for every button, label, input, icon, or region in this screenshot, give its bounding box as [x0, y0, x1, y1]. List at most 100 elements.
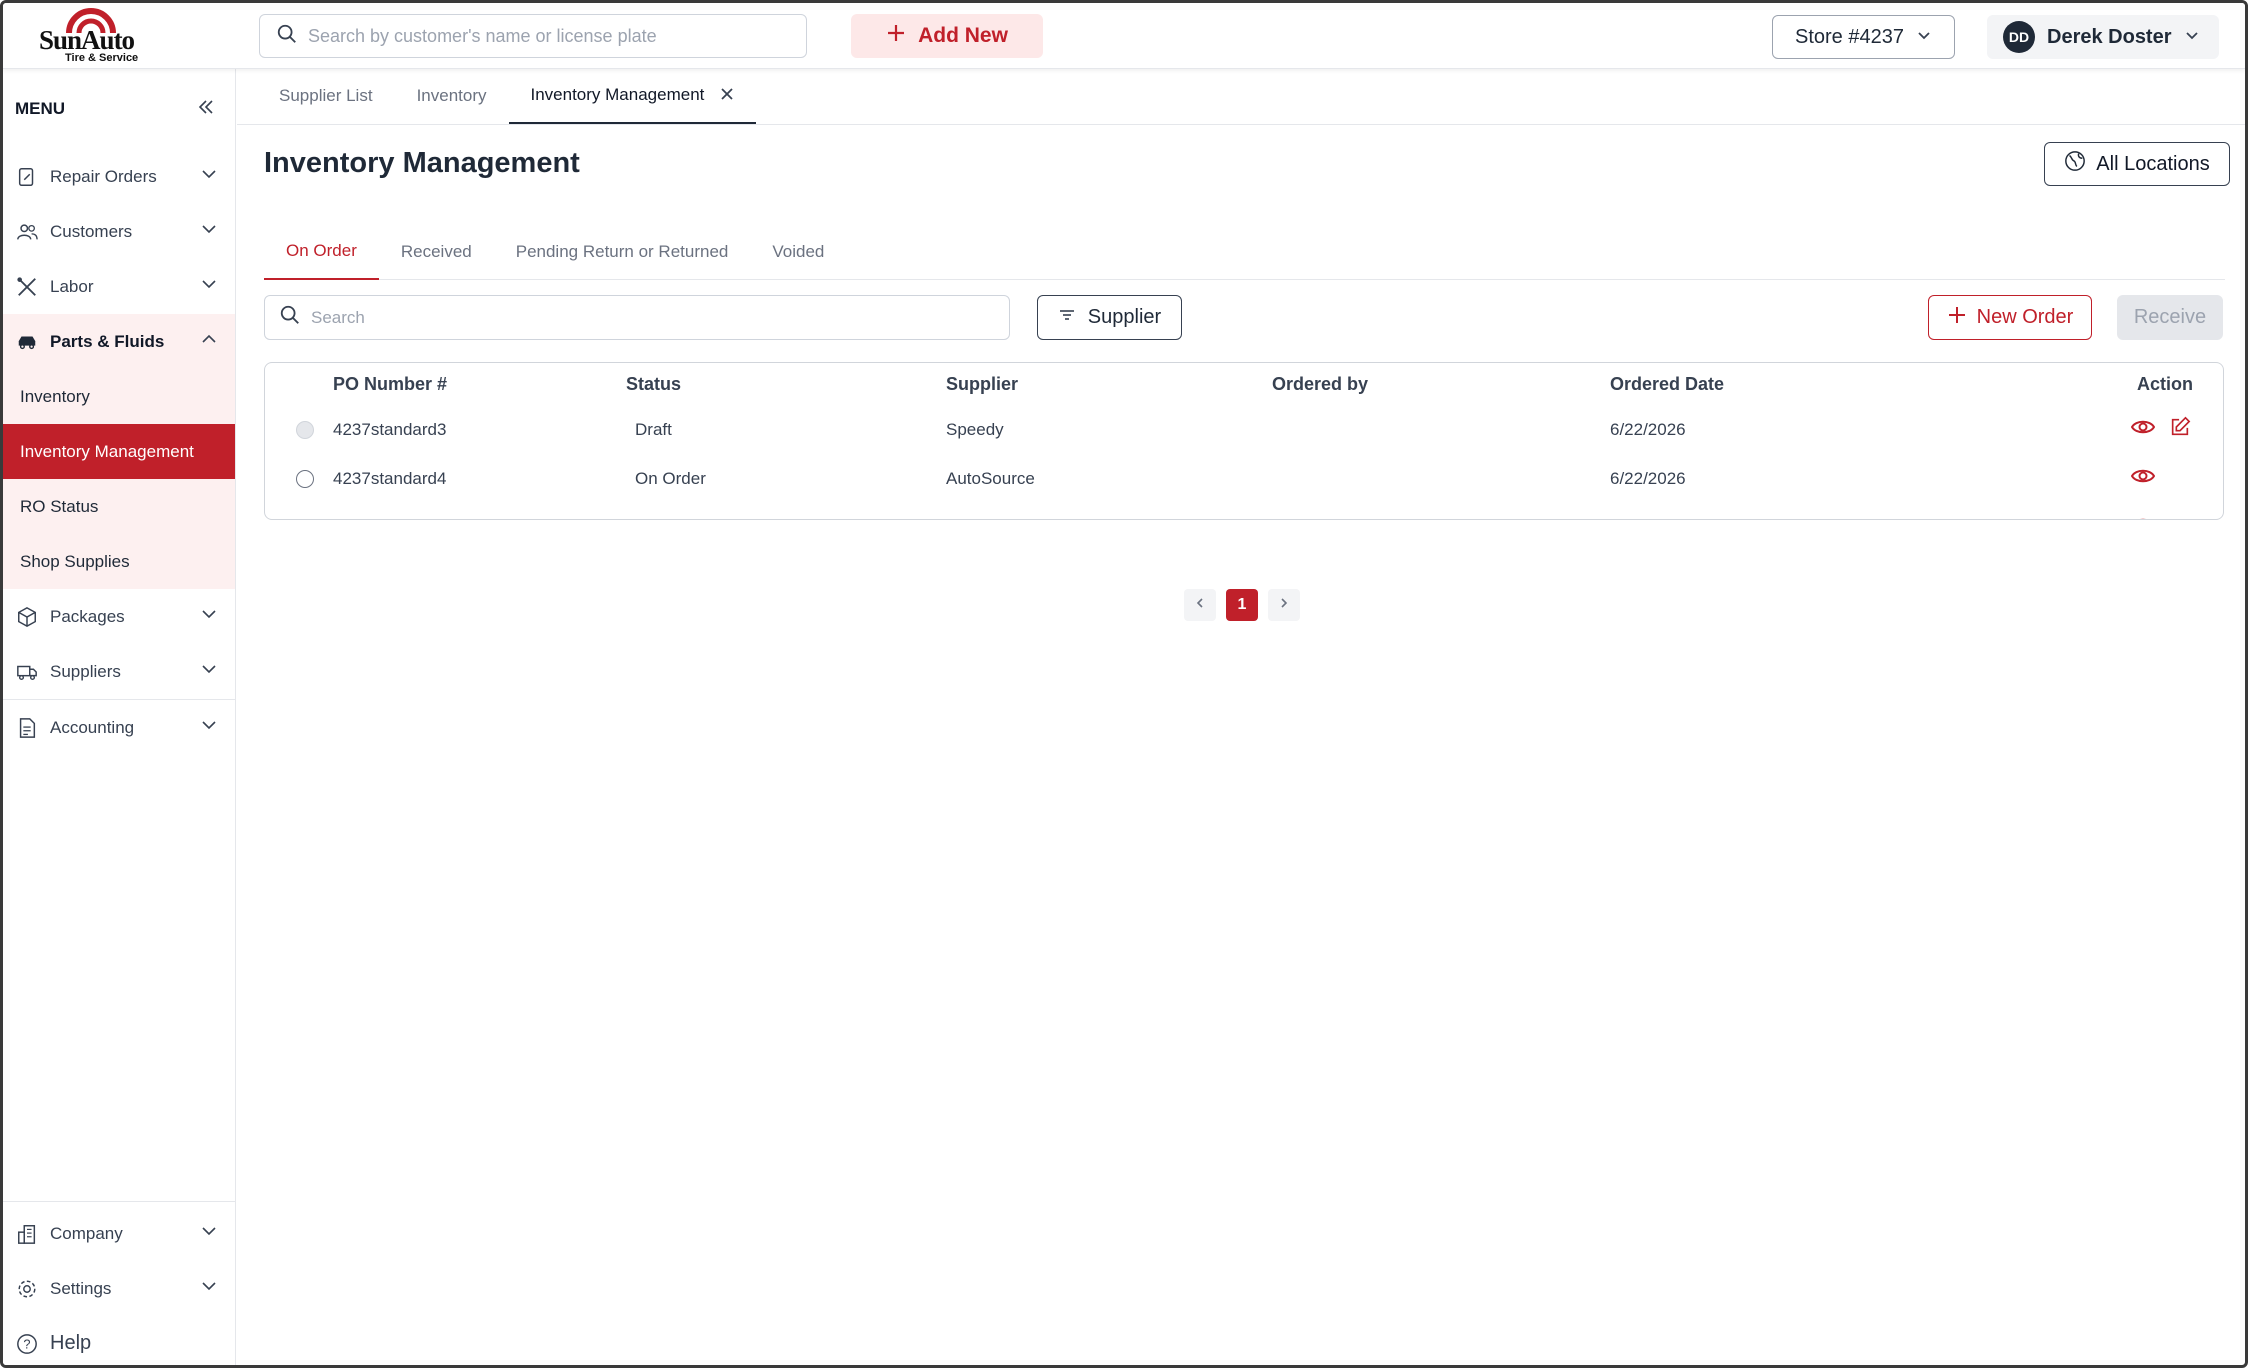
table-row[interactable]: 4237standard4 On Order AutoSource 6/22/2… [265, 454, 2223, 503]
chevron-down-icon [201, 717, 217, 738]
prev-page-button[interactable] [1184, 589, 1216, 621]
avatar: DD [2003, 21, 2035, 53]
page-title: Inventory Management [264, 147, 580, 179]
sidebar-bottom: Company Settings ? Help [3, 1201, 235, 1365]
row-select-radio[interactable] [296, 405, 314, 454]
eye-icon[interactable] [2130, 415, 2156, 444]
tab-received[interactable]: Received [379, 224, 494, 280]
store-label: Store #4237 [1795, 25, 1904, 48]
action-cell [2131, 503, 2155, 519]
sidebar-item-repair-orders[interactable]: Repair Orders [3, 149, 235, 204]
tab-supplier-list[interactable]: Supplier List [257, 68, 395, 124]
chevron-down-icon [201, 221, 217, 242]
app-window: SunAuto Tire & Service Add New Store #42… [0, 0, 2248, 1368]
sidebar-subitem-inventory-management[interactable]: Inventory Management [3, 424, 235, 479]
table-header-row: PO Number # Status Supplier Ordered by O… [265, 363, 2223, 405]
sidebar-item-label: Repair Orders [50, 166, 157, 186]
top-bar: SunAuto Tire & Service Add New Store #42… [3, 3, 2245, 69]
users-icon [15, 220, 39, 244]
row-select-radio[interactable] [296, 454, 314, 503]
sidebar-item-suppliers[interactable]: Suppliers [3, 644, 235, 699]
search-icon [279, 304, 301, 331]
sidebar-item-label: Labor [50, 276, 94, 296]
page-number-button[interactable]: 1 [1226, 589, 1258, 621]
chevron-down-icon [201, 1278, 217, 1299]
document-icon [15, 716, 39, 740]
supplier-filter-button[interactable]: Supplier [1037, 295, 1182, 340]
chevron-left-icon [1194, 596, 1206, 614]
sidebar-item-label: Suppliers [50, 661, 121, 681]
next-page-button[interactable] [1268, 589, 1300, 621]
close-icon[interactable] [720, 84, 734, 107]
all-locations-button[interactable]: All Locations [2044, 142, 2230, 186]
table-row[interactable]: 4237standard5 On Order Speedy 6/23/2026 [265, 503, 2223, 519]
gear-icon [15, 1277, 39, 1301]
status-tabs: On Order Received Pending Return or Retu… [264, 224, 2225, 280]
table-search-input[interactable] [311, 307, 1009, 328]
tab-inventory-management[interactable]: Inventory Management [508, 68, 757, 124]
table-row[interactable]: 4237standard3 Draft Speedy 6/22/2026 [265, 405, 2223, 454]
user-menu[interactable]: DD Derek Doster [1987, 15, 2219, 59]
sidebar-item-customers[interactable]: Customers [3, 204, 235, 259]
new-order-button[interactable]: New Order [1928, 295, 2092, 340]
sidebar-item-label: Settings [50, 1278, 112, 1298]
eye-icon[interactable] [2130, 464, 2156, 493]
menu-header: MENU [3, 69, 235, 149]
receive-button[interactable]: Receive [2117, 295, 2223, 340]
sidebar-item-accounting[interactable]: Accounting [3, 700, 235, 755]
sidebar-subitem-ro-status[interactable]: RO Status [3, 479, 235, 534]
row-select-radio[interactable] [296, 503, 314, 519]
sidebar-subitem-shop-supplies[interactable]: Shop Supplies [3, 534, 235, 589]
parts-fluids-submenu: Inventory Inventory Management RO Status… [3, 369, 235, 589]
globe-icon [2064, 150, 2086, 178]
chevron-down-icon [201, 1223, 217, 1244]
sidebar-item-help[interactable]: ? Help [3, 1316, 235, 1365]
sunauto-logo[interactable]: SunAuto Tire & Service [37, 7, 167, 65]
sidebar-item-parts-fluids[interactable]: Parts & Fluids [3, 314, 235, 369]
sidebar-item-label: Customers [50, 221, 133, 241]
sidebar: MENU Repair Orders Customers Labor Parts… [3, 69, 236, 1365]
status-cell: Draft [635, 419, 672, 439]
global-search-box[interactable] [259, 14, 807, 58]
sidebar-subitem-inventory[interactable]: Inventory [3, 369, 235, 424]
ordered-date-cell: 6/22/2026 [1610, 468, 1686, 488]
eye-icon[interactable] [2131, 513, 2155, 519]
tab-on-order[interactable]: On Order [264, 224, 379, 280]
sidebar-item-company[interactable]: Company [3, 1206, 235, 1261]
tab-inventory[interactable]: Inventory [395, 68, 509, 124]
store-select[interactable]: Store #4237 [1772, 15, 1955, 59]
main-content: Supplier List Inventory Inventory Manage… [237, 68, 2245, 1365]
tab-pending-return[interactable]: Pending Return or Returned [494, 224, 751, 280]
page-tabs: Supplier List Inventory Inventory Manage… [237, 68, 2245, 125]
plus-icon [886, 23, 906, 49]
column-header-status: Status [626, 373, 682, 394]
tab-label: Supplier List [279, 86, 373, 105]
help-label: Help [50, 1332, 92, 1354]
supplier-cell: Speedy [946, 419, 1004, 439]
edit-icon[interactable] [2169, 416, 2191, 443]
add-new-button[interactable]: Add New [851, 14, 1043, 58]
sidebar-item-label: Packages [50, 606, 125, 626]
chevron-down-icon [201, 606, 217, 627]
sidebar-item-labor[interactable]: Labor [3, 259, 235, 314]
chevron-down-icon [2184, 26, 2200, 49]
radio-circle [296, 469, 314, 488]
sidebar-item-packages[interactable]: Packages [3, 589, 235, 644]
column-header-po-number: PO Number # [333, 373, 448, 394]
search-icon [276, 23, 298, 50]
truck-icon [15, 660, 39, 684]
action-cell [2130, 405, 2191, 454]
orders-table: PO Number # Status Supplier Ordered by O… [264, 362, 2224, 520]
logo-main-text: SunAuto [39, 25, 135, 55]
collapse-sidebar-icon[interactable] [197, 98, 215, 121]
user-name: Derek Doster [2047, 25, 2172, 48]
tab-label: Inventory [416, 86, 487, 105]
tab-voided[interactable]: Voided [750, 224, 846, 280]
radio-circle [296, 518, 314, 519]
sidebar-item-settings[interactable]: Settings [3, 1261, 235, 1316]
table-search-box[interactable] [264, 295, 1010, 340]
global-search-input[interactable] [308, 25, 806, 47]
column-header-action: Action [2137, 373, 2193, 394]
chevron-down-icon [201, 661, 217, 682]
po-number-cell: 4237standard4 [333, 468, 447, 488]
